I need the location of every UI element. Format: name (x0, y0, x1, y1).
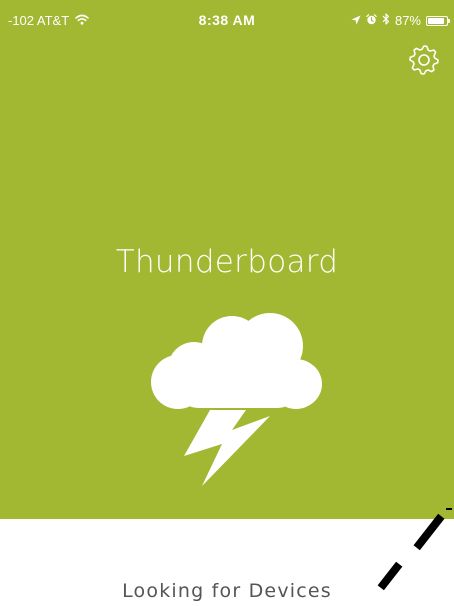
alarm-icon (366, 13, 377, 28)
hero-panel: -102 AT&T 8:38 AM 87% Thunderboard (0, 0, 454, 519)
bluetooth-icon (382, 13, 390, 28)
status-bar: -102 AT&T 8:38 AM 87% (0, 0, 454, 44)
battery-fill (428, 17, 444, 24)
cloud-lightning-icon (150, 306, 322, 490)
app-title: Thunderboard (115, 244, 339, 280)
gear-icon[interactable] (408, 44, 440, 76)
status-bar-right: 87% (351, 13, 450, 28)
battery-icon (426, 15, 450, 26)
app-screen: -102 AT&T 8:38 AM 87% Thunderboard Looki… (0, 0, 454, 606)
battery-percent: 87% (394, 13, 421, 28)
scanning-status-text: Looking for Devices (122, 580, 332, 602)
location-arrow-icon (351, 13, 361, 28)
battery-tip (448, 18, 450, 23)
